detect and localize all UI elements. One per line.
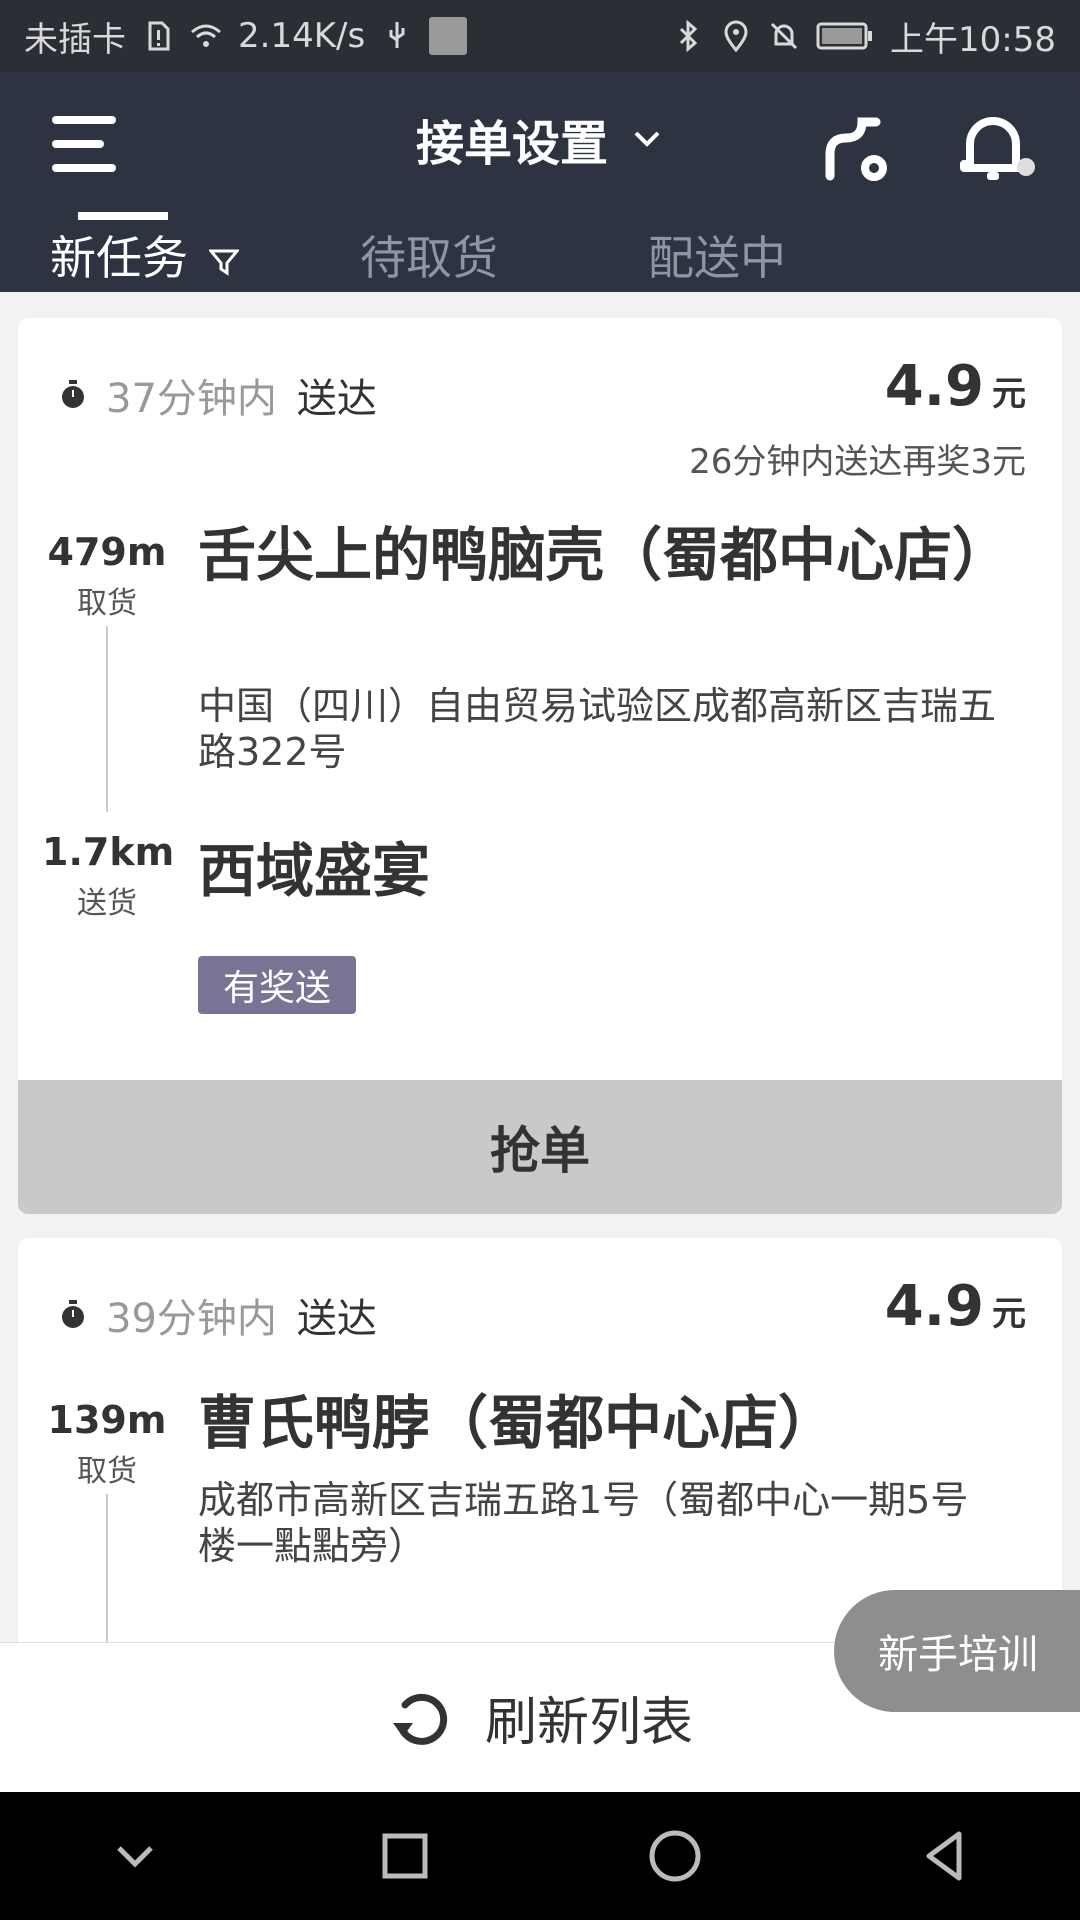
price-unit: 元 bbox=[992, 374, 1026, 414]
timer-icon bbox=[62, 1300, 84, 1328]
order-settings-dropdown[interactable]: 接单设置 bbox=[0, 104, 1080, 174]
chevron-down-icon[interactable] bbox=[105, 1826, 165, 1886]
usb-icon bbox=[389, 22, 405, 48]
battery-icon bbox=[816, 22, 873, 50]
wifi-icon bbox=[191, 24, 221, 47]
delivery-time-suffix: 送达 bbox=[296, 1296, 377, 1342]
order-card[interactable]: 37分钟内 送达 4.9 元 26分钟内送达再奖3元 479m 取货 舌尖上的鸭脑… bbox=[18, 318, 1062, 1214]
reward-tag: 有奖送 bbox=[198, 956, 356, 1014]
tab-delivering[interactable]: 配送中 bbox=[648, 222, 786, 288]
active-tab-indicator bbox=[78, 212, 168, 220]
pickup-address: 中国（四川）自由贸易试验区成都高新区吉瑞五路322号 bbox=[198, 684, 997, 774]
order-price: 4.9 元 bbox=[885, 1274, 1026, 1339]
price-value: 4.9 bbox=[884, 354, 984, 419]
tab-awaiting-pickup[interactable]: 待取货 bbox=[360, 222, 498, 288]
route-icon[interactable] bbox=[820, 114, 890, 184]
pickup-shop-name: 舌尖上的鸭脑壳（蜀都中心店） bbox=[198, 521, 1011, 589]
clock-text: 上午10:58 bbox=[890, 19, 1056, 60]
location-icon bbox=[724, 20, 748, 52]
tab-bar: 新任务 待取货 配送中 bbox=[0, 214, 1080, 292]
delivery-time-limit: 39分钟内 bbox=[106, 1296, 277, 1342]
tab-new-tasks[interactable]: 新任务 bbox=[50, 222, 239, 288]
screen: 未插卡 2.14K/s 上午10:58 接单设置 新任务 待取货 配送中 37分… bbox=[0, 0, 1080, 1920]
home-icon[interactable] bbox=[645, 1826, 705, 1886]
delivery-time-limit: 37分钟内 bbox=[106, 376, 277, 422]
bluetooth-icon bbox=[679, 20, 698, 52]
grab-order-button[interactable]: 抢单 bbox=[18, 1080, 1062, 1214]
beginner-training-button[interactable]: 新手培训 bbox=[834, 1590, 1080, 1712]
delivery-destination-name: 西域盛宴 bbox=[198, 837, 431, 905]
pickup-distance: 479m bbox=[47, 530, 167, 574]
app-notification-icon bbox=[429, 17, 468, 55]
route-connector-line bbox=[106, 626, 108, 812]
carrier-text: 未插卡 bbox=[24, 19, 126, 60]
pickup-distance-block: 139m 取货 bbox=[42, 1398, 172, 1490]
network-speed: 2.14K/s bbox=[238, 16, 366, 56]
filter-icon[interactable] bbox=[208, 247, 239, 277]
mute-bell-icon bbox=[770, 22, 798, 50]
header-title-text: 接单设置 bbox=[415, 116, 608, 172]
app-header: 接单设置 新任务 待取货 配送中 bbox=[0, 72, 1080, 292]
back-icon[interactable] bbox=[915, 1826, 975, 1886]
pickup-address: 成都市高新区吉瑞五路1号（蜀都中心一期5号楼一點點旁） bbox=[198, 1478, 969, 1568]
notification-bell-icon[interactable] bbox=[958, 110, 1028, 186]
recent-apps-icon[interactable] bbox=[375, 1826, 435, 1886]
pickup-label: 取货 bbox=[77, 586, 137, 621]
notification-dot bbox=[1017, 158, 1035, 176]
delivery-time-row: 37分钟内 送达 bbox=[60, 366, 377, 424]
delivery-distance: 1.7km bbox=[42, 830, 175, 874]
tab-new-tasks-label: 新任务 bbox=[50, 231, 188, 285]
route-connector-line bbox=[106, 1494, 108, 1658]
refresh-label: 刷新列表 bbox=[484, 1693, 693, 1753]
pickup-distance-block: 479m 取货 bbox=[42, 530, 172, 622]
delivery-distance-block: 1.7km 送货 bbox=[42, 830, 175, 922]
delivery-label: 送货 bbox=[77, 886, 137, 921]
price-unit: 元 bbox=[992, 1294, 1026, 1334]
sim-alert-icon bbox=[148, 21, 170, 51]
bonus-text: 26分钟内送达再奖3元 bbox=[689, 442, 1026, 482]
system-nav-bar bbox=[0, 1792, 1080, 1920]
order-price: 4.9 元 bbox=[885, 354, 1026, 419]
pickup-shop-name: 曹氏鸭脖（蜀都中心店） bbox=[198, 1389, 837, 1457]
status-bar: 未插卡 2.14K/s 上午10:58 bbox=[0, 0, 1080, 72]
pickup-label: 取货 bbox=[77, 1454, 137, 1489]
pickup-distance: 139m bbox=[47, 1398, 167, 1442]
timer-icon bbox=[62, 380, 84, 408]
chevron-down-icon bbox=[634, 131, 660, 147]
price-value: 4.9 bbox=[884, 1274, 984, 1339]
delivery-time-row: 39分钟内 送达 bbox=[60, 1286, 377, 1344]
delivery-time-suffix: 送达 bbox=[296, 376, 377, 422]
refresh-icon bbox=[392, 1693, 448, 1745]
